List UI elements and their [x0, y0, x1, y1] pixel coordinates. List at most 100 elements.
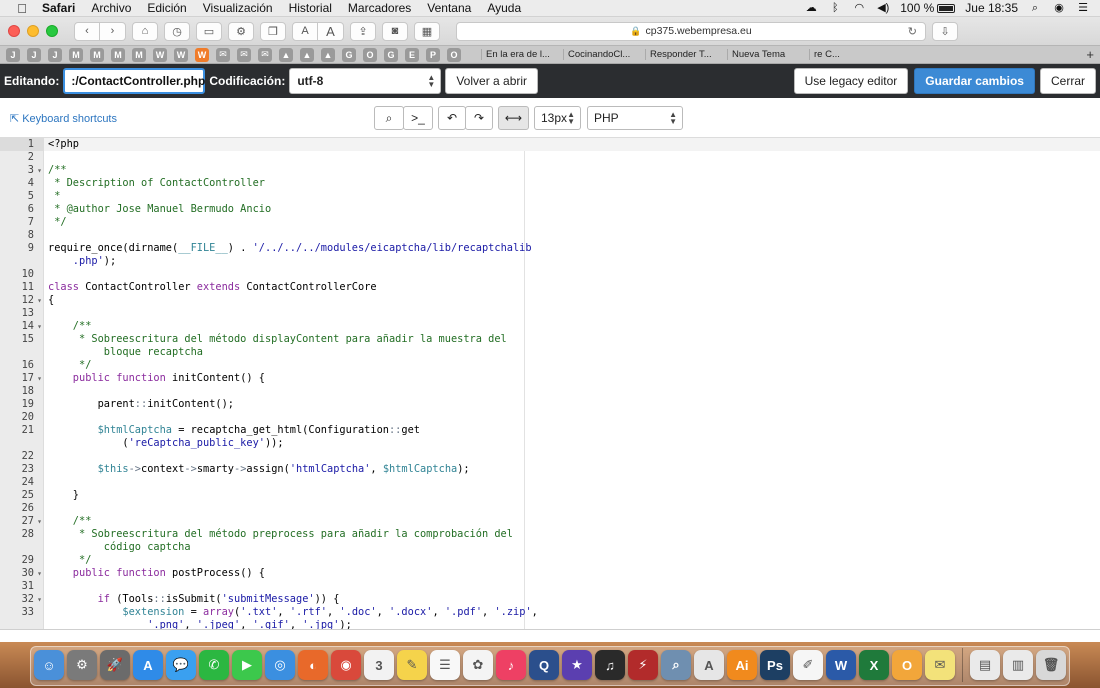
tab-favicon[interactable]: G: [384, 47, 398, 62]
tab-favicon[interactable]: J: [27, 47, 41, 62]
finder-icon[interactable]: ☺: [34, 650, 64, 680]
tab-title[interactable]: re C...: [809, 49, 891, 60]
menu-app-safari[interactable]: Safari: [42, 0, 75, 17]
tab-favicon[interactable]: W: [195, 47, 209, 62]
fold-toggle-icon[interactable]: ▾: [35, 567, 44, 580]
filezilla-icon[interactable]: ⚡: [628, 650, 658, 680]
tab-favicon[interactable]: E: [405, 47, 419, 62]
tab-favicon[interactable]: ▲: [300, 47, 314, 62]
menu-archivo[interactable]: Archivo: [91, 0, 131, 17]
tab-favicon[interactable]: ✉: [216, 47, 230, 62]
code-line[interactable]: ('reCaptcha_public_key'));: [0, 437, 1100, 450]
photos-icon[interactable]: ✿: [463, 650, 493, 680]
code-line[interactable]: 5 *: [0, 190, 1100, 203]
apple-menu-icon[interactable]: : [14, 0, 30, 17]
keyboard-shortcuts-link[interactable]: ⇱ Keyboard shortcuts: [10, 112, 117, 126]
downloads-icon[interactable]: ⇩: [932, 21, 958, 41]
fold-toggle-icon[interactable]: ▾: [35, 593, 44, 606]
back-button[interactable]: ‹: [74, 21, 100, 41]
downloads-icon[interactable]: ▤: [970, 650, 1000, 680]
whatsapp-icon[interactable]: ✆: [199, 650, 229, 680]
code-line[interactable]: 26: [0, 502, 1100, 515]
extension-icon[interactable]: ◙: [382, 21, 408, 41]
word-icon[interactable]: W: [826, 650, 856, 680]
code-line[interactable]: 1 <?php: [0, 138, 1100, 151]
chrome-icon[interactable]: ◉: [331, 650, 361, 680]
tab-favicon[interactable]: ✉: [258, 47, 272, 62]
code-line[interactable]: 12 ▾ {: [0, 294, 1100, 307]
text-smaller-button[interactable]: A: [292, 21, 318, 41]
code-line[interactable]: 27 ▾ /**: [0, 515, 1100, 528]
code-line[interactable]: 7 */: [0, 216, 1100, 229]
code-line[interactable]: 31: [0, 580, 1100, 593]
close-editor-button[interactable]: Cerrar: [1039, 68, 1096, 94]
scrobbler-icon[interactable]: ♫: [595, 650, 625, 680]
fold-toggle-icon[interactable]: ▾: [35, 320, 44, 333]
sidebar-toggle-icon[interactable]: ▭: [196, 21, 222, 41]
code-line[interactable]: 23 $this->context->smarty->assign('htmlC…: [0, 463, 1100, 476]
tab-favicon[interactable]: ▲: [279, 47, 293, 62]
code-line[interactable]: 2: [0, 151, 1100, 164]
stickies-icon[interactable]: ✉: [925, 650, 955, 680]
fold-toggle-icon[interactable]: ▾: [35, 372, 44, 385]
zoom-window-button[interactable]: [46, 25, 58, 37]
command-line-button[interactable]: >_: [403, 106, 433, 130]
tab-favicon[interactable]: M: [111, 47, 125, 62]
tab-title[interactable]: Responder T...: [645, 49, 727, 60]
acrobat-icon[interactable]: A: [694, 650, 724, 680]
menu-ventana[interactable]: Ventana: [427, 0, 471, 17]
code-line[interactable]: 17 ▾ public function initContent() {: [0, 372, 1100, 385]
textedit-icon[interactable]: ✐: [793, 650, 823, 680]
wrap-toggle-button[interactable]: ⟷: [498, 106, 529, 130]
quicktime-icon[interactable]: Q: [529, 650, 559, 680]
tab-favicon[interactable]: J: [48, 47, 62, 62]
tab-favicon[interactable]: ✉: [237, 47, 251, 62]
code-line[interactable]: 32 ▾ if (Tools::isSubmit('submitMessage')…: [0, 593, 1100, 606]
code-line[interactable]: .php');: [0, 255, 1100, 268]
menu-historial[interactable]: Historial: [289, 0, 332, 17]
safari-icon[interactable]: ◎: [265, 650, 295, 680]
extension-2-icon[interactable]: ▦: [414, 21, 440, 41]
reminders-icon[interactable]: ☰: [430, 650, 460, 680]
save-changes-button[interactable]: Guardar cambios: [914, 68, 1035, 94]
code-line[interactable]: 11 class ContactController extends Contac…: [0, 281, 1100, 294]
tab-favicon[interactable]: M: [132, 47, 146, 62]
messages-icon[interactable]: 💬: [166, 650, 196, 680]
tab-favicon[interactable]: M: [69, 47, 83, 62]
tab-title[interactable]: CocinandoCl...: [563, 49, 645, 60]
spotlight-search-icon[interactable]: ⌕: [1028, 2, 1042, 14]
tabs-overview-icon[interactable]: ❐: [260, 21, 286, 41]
system-preferences-icon[interactable]: ⚙: [67, 650, 97, 680]
menu-visualizacion[interactable]: Visualización: [203, 0, 273, 17]
calendar-icon[interactable]: 3: [364, 650, 394, 680]
code-line[interactable]: 6 * @author Jose Manuel Bermudo Ancio: [0, 203, 1100, 216]
volume-icon[interactable]: ◀): [876, 2, 890, 14]
battery-status[interactable]: 100 %: [900, 1, 956, 15]
new-tab-icon[interactable]: +: [1086, 47, 1094, 62]
fold-toggle-icon[interactable]: ▾: [35, 164, 44, 177]
undo-button[interactable]: ↶: [438, 106, 466, 130]
siri-icon[interactable]: ◉: [1052, 2, 1066, 14]
address-bar[interactable]: 🔒 cp375.webempresa.eu ↻: [456, 21, 926, 41]
tab-title[interactable]: Nueva Tema: [727, 49, 809, 60]
minimize-window-button[interactable]: [27, 25, 39, 37]
fold-toggle-icon[interactable]: ▾: [35, 515, 44, 528]
redo-button[interactable]: ↷: [465, 106, 493, 130]
imovie-icon[interactable]: ★: [562, 650, 592, 680]
fold-toggle-icon[interactable]: ▾: [35, 294, 44, 307]
photoshop-icon[interactable]: Ps: [760, 650, 790, 680]
documents-icon[interactable]: ▥: [1003, 650, 1033, 680]
cloud-upload-icon[interactable]: ☁: [804, 2, 818, 14]
illustrator-icon[interactable]: Ai: [727, 650, 757, 680]
code-line[interactable]: 33 $extension = array('.txt', '.rtf', '.…: [0, 606, 1100, 619]
code-line[interactable]: 20: [0, 411, 1100, 424]
code-line[interactable]: código captcha: [0, 541, 1100, 554]
code-line[interactable]: 30 ▾ public function postProcess() {: [0, 567, 1100, 580]
code-editor[interactable]: 1 <?php 2 3 ▾/** 4 * Description of ContactCo…: [0, 138, 1100, 629]
code-line[interactable]: 28 * Sobreescritura del método preproces…: [0, 528, 1100, 541]
app-store-icon[interactable]: A: [133, 650, 163, 680]
tab-favicon[interactable]: ▲: [321, 47, 335, 62]
code-line[interactable]: 25 }: [0, 489, 1100, 502]
menubar-clock[interactable]: Jue 18:35: [965, 1, 1018, 15]
home-icon[interactable]: ⌂: [132, 21, 158, 41]
